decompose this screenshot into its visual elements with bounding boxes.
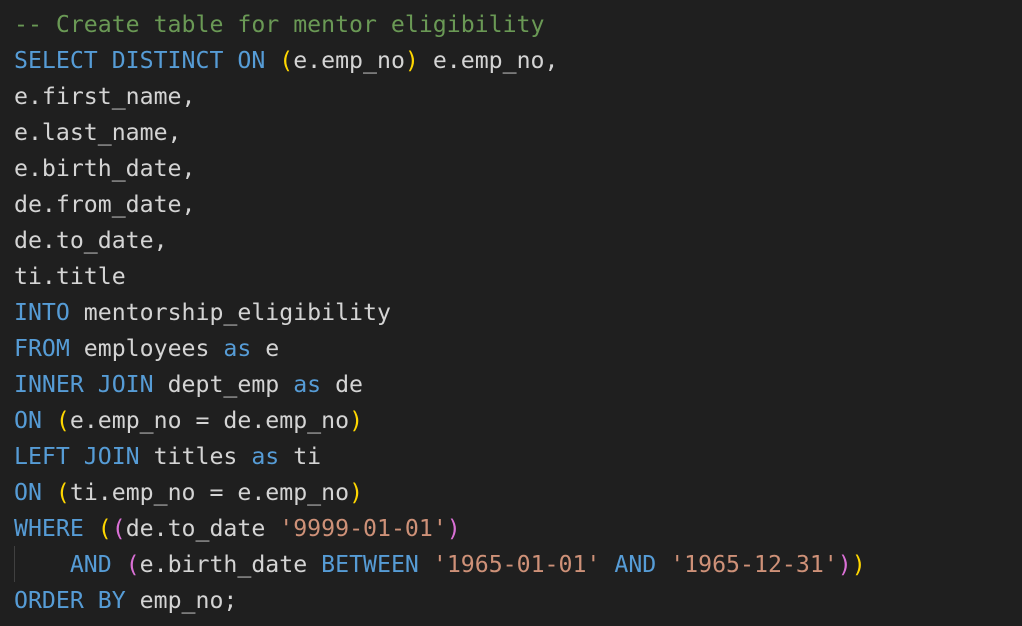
code-token-keyword: BETWEEN — [321, 550, 419, 578]
code-token-string: '1965-12-31' — [670, 550, 838, 578]
code-token-keyword: WHERE — [14, 514, 98, 542]
code-token-keyword: ORDER BY — [14, 586, 126, 614]
code-line[interactable]: INTO mentorship_eligibility — [14, 294, 1022, 330]
code-token-text: de.to_date — [125, 514, 280, 542]
code-line[interactable]: FROM employees as e — [14, 330, 1022, 366]
code-token-text: ti.emp_no = e.emp_no — [69, 478, 350, 506]
code-token-text: e.first_name, — [14, 82, 196, 110]
code-token-text: e.birth_date, — [14, 154, 196, 182]
code-token-keyword: as — [293, 370, 322, 398]
code-token-bracket2: ) — [446, 514, 461, 542]
code-token-bracket2: ) — [837, 550, 852, 578]
code-line[interactable]: de.from_date, — [14, 186, 1022, 222]
code-editor[interactable]: -- Create table for mentor eligibility SE… — [0, 0, 1022, 626]
code-token-keyword: ON — [14, 406, 56, 434]
code-line[interactable]: de.to_date, — [14, 222, 1022, 258]
code-token-text: employees — [69, 334, 224, 362]
code-token-text: e.birth_date — [139, 550, 322, 578]
code-token-text: dept_emp — [153, 370, 294, 398]
code-token-text: de.from_date, — [14, 190, 196, 218]
code-token-keyword: AND — [614, 550, 657, 578]
code-line[interactable]: LEFT JOIN titles as ti — [14, 438, 1022, 474]
code-line[interactable]: ti.title — [14, 258, 1022, 294]
code-token-comment: -- Create table for mentor eligibility — [14, 10, 545, 38]
indent-guide — [14, 546, 15, 582]
code-line[interactable]: ORDER BY emp_no; — [14, 582, 1022, 618]
code-token-text: e.emp_no, — [418, 46, 559, 74]
code-token-bracket2: ( — [111, 514, 126, 542]
code-line[interactable]: WHERE ((de.to_date '9999-01-01') — [14, 510, 1022, 546]
code-token-text: e — [251, 334, 280, 362]
code-token-keyword: ON — [14, 478, 56, 506]
code-token-text: titles — [139, 442, 252, 470]
code-token-text: de.to_date, — [14, 226, 168, 254]
code-token-text: e.emp_no — [293, 46, 405, 74]
code-token-text: mentorship_eligibility — [69, 298, 391, 326]
code-token-bracket1: ( — [55, 406, 70, 434]
code-token-string: '9999-01-01' — [279, 514, 447, 542]
code-token-bracket1: ( — [55, 478, 70, 506]
code-line[interactable]: INNER JOIN dept_emp as de — [14, 366, 1022, 402]
code-token-keyword: FROM — [14, 334, 70, 362]
code-token-keyword: LEFT JOIN — [14, 442, 140, 470]
code-token-text: de — [321, 370, 364, 398]
code-line[interactable]: ON (ti.emp_no = e.emp_no) — [14, 474, 1022, 510]
code-token-text: ti.title — [14, 262, 126, 290]
code-token-keyword: SELECT DISTINCT ON — [14, 46, 280, 74]
code-token-text: emp_no; — [125, 586, 238, 614]
code-token-bracket1: ( — [97, 514, 112, 542]
code-line[interactable]: SELECT DISTINCT ON (e.emp_no) e.emp_no, — [14, 42, 1022, 78]
code-line[interactable]: ON (e.emp_no = de.emp_no) — [14, 402, 1022, 438]
code-token-bracket2: ( — [125, 550, 140, 578]
code-token-text: e.emp_no = de.emp_no — [69, 406, 350, 434]
code-line[interactable]: e.last_name, — [14, 114, 1022, 150]
code-token-string: '1965-01-01' — [432, 550, 601, 578]
code-line[interactable]: -- Create table for mentor eligibility — [14, 6, 1022, 42]
code-token-bracket1: ) — [349, 478, 364, 506]
code-token-keyword: INTO — [14, 298, 70, 326]
code-line[interactable]: e.birth_date, — [14, 150, 1022, 186]
code-line[interactable]: AND (e.birth_date BETWEEN '1965-01-01' A… — [14, 546, 1022, 582]
code-token-bracket1: ) — [851, 550, 866, 578]
code-lines: -- Create table for mentor eligibility SE… — [14, 6, 1022, 618]
code-token-text: ti — [279, 442, 322, 470]
code-token-text: e.last_name, — [14, 118, 182, 146]
code-token-keyword: AND — [69, 550, 112, 578]
code-token-keyword: INNER JOIN — [14, 370, 154, 398]
code-token-keyword: as — [223, 334, 252, 362]
code-token-bracket1: ) — [349, 406, 364, 434]
code-token-bracket1: ( — [279, 46, 294, 74]
code-token-bracket1: ) — [404, 46, 419, 74]
code-token-keyword: as — [251, 442, 280, 470]
code-line[interactable]: e.first_name, — [14, 78, 1022, 114]
